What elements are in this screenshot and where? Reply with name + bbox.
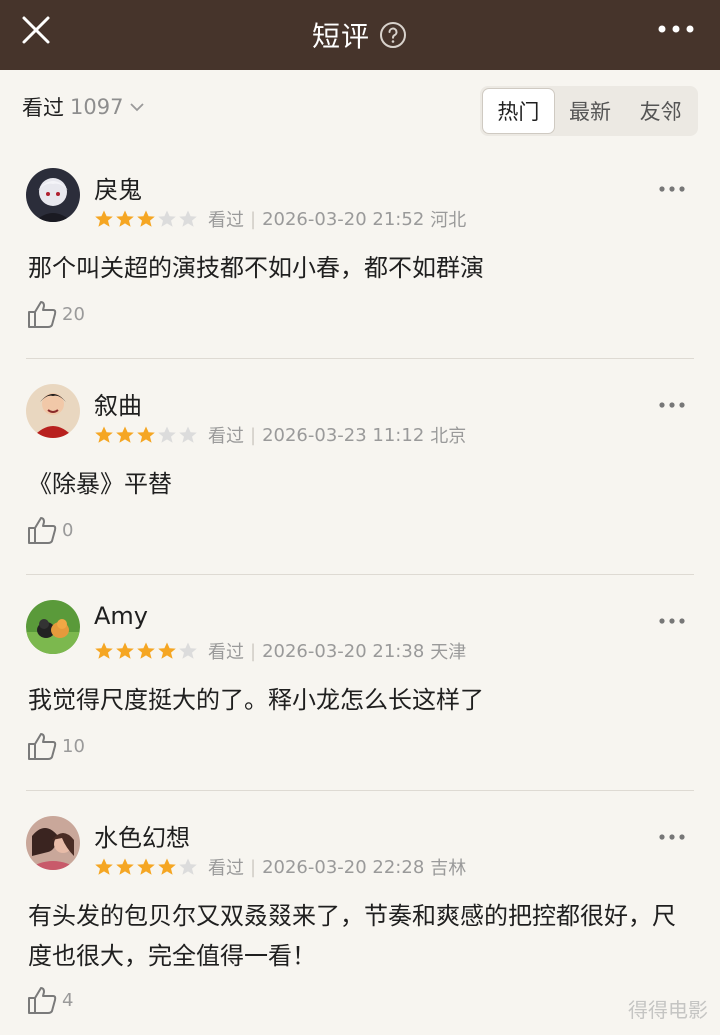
rating-stars (94, 641, 198, 661)
comment-time: 2026-03-20 21:52 (262, 208, 425, 230)
star-filled-icon (116, 210, 134, 227)
comment-item: Amy 看过 | 2026-03-20 21:38 天津 我觉得尺度挺大的了。释… (0, 600, 720, 790)
star-filled-icon (116, 426, 134, 443)
comment-location: 天津 (430, 642, 467, 663)
star-filled-icon (95, 426, 113, 443)
comment-more-icon[interactable] (658, 614, 686, 628)
comment-text: 那个叫关超的演技都不如小春，都不如群演 (28, 254, 484, 282)
avatar[interactable] (26, 384, 80, 438)
like-count: 0 (62, 519, 74, 541)
comment-time: 2026-03-23 11:12 (262, 424, 425, 446)
seen-count: 1097 (70, 95, 124, 119)
thumbs-up-icon (28, 517, 57, 544)
divider (26, 574, 694, 575)
star-empty-icon (179, 642, 197, 659)
like-button[interactable]: 4 (26, 984, 73, 1016)
watch-status: 看过 (208, 858, 244, 879)
star-empty-icon (158, 426, 176, 443)
comment-meta: 看过 | 2026-03-20 22:28 吉林 (94, 854, 466, 880)
separator: | (250, 856, 257, 878)
star-filled-icon (137, 426, 155, 443)
star-empty-icon (179, 858, 197, 875)
comment-location: 吉林 (430, 858, 467, 879)
star-filled-icon (137, 858, 155, 875)
top-bar: 短评 (0, 0, 720, 70)
comment-item: 戾鬼 看过 | 2026-03-20 21:52 河北 那个叫关超的演技都不如小… (0, 168, 720, 358)
watermark: 得得电影 (628, 998, 708, 1022)
comment-item: 叙曲 看过 | 2026-03-23 11:12 北京 《除暴》平替 0 (0, 384, 720, 574)
avatar[interactable] (26, 600, 80, 654)
thumbs-up-icon (28, 987, 57, 1014)
separator: | (250, 208, 257, 230)
watch-status: 看过 (208, 210, 244, 231)
tab-friends[interactable]: 友邻 (625, 88, 696, 134)
watch-status: 看过 (208, 642, 244, 663)
separator: | (250, 424, 257, 446)
username[interactable]: 水色幻想 (94, 818, 190, 853)
comment-text: 《除暴》平替 (28, 470, 172, 498)
like-button[interactable]: 20 (26, 298, 85, 330)
page-title: 短评 (311, 20, 370, 53)
username[interactable]: 叙曲 (94, 386, 142, 421)
tab-latest[interactable]: 最新 (555, 88, 626, 134)
star-empty-icon (179, 210, 197, 227)
star-filled-icon (116, 858, 134, 875)
like-count: 10 (62, 735, 85, 757)
star-filled-icon (116, 642, 134, 659)
star-empty-icon (179, 426, 197, 443)
rating-stars (94, 857, 198, 877)
seen-filter-dropdown[interactable]: 看过 1097 (22, 92, 145, 122)
comment-item: 水色幻想 看过 | 2026-03-20 22:28 吉林 有头发的包贝尔又双叒… (0, 816, 720, 1035)
comment-time: 2026-03-20 22:28 (262, 856, 425, 878)
chevron-down-icon (130, 103, 145, 112)
filter-bar: 看过 1097 热门 最新 友邻 (0, 70, 720, 142)
watch-status: 看过 (208, 426, 244, 447)
avatar[interactable] (26, 816, 80, 870)
more-icon[interactable] (654, 14, 698, 44)
rating-stars (94, 209, 198, 229)
comment-time: 2026-03-20 21:38 (262, 640, 425, 662)
comment-location: 河北 (430, 210, 467, 231)
comment-more-icon[interactable] (658, 830, 686, 844)
comment-text: 我觉得尺度挺大的了。释小龙怎么长这样了 (28, 686, 484, 714)
star-filled-icon (95, 858, 113, 875)
title-group: 短评 (312, 15, 408, 55)
comment-more-icon[interactable] (658, 398, 686, 412)
comment-meta: 看过 | 2026-03-23 11:12 北京 (94, 422, 466, 448)
divider (26, 790, 694, 791)
separator: | (250, 640, 257, 662)
star-filled-icon (95, 210, 113, 227)
comment-more-icon[interactable] (658, 182, 686, 196)
like-count: 20 (62, 303, 85, 325)
star-filled-icon (158, 858, 176, 875)
sort-tabs: 热门 最新 友邻 (480, 86, 698, 136)
comment-meta: 看过 | 2026-03-20 21:38 天津 (94, 638, 466, 664)
star-filled-icon (95, 642, 113, 659)
username[interactable]: 戾鬼 (94, 170, 142, 205)
like-button[interactable]: 10 (26, 730, 85, 762)
like-button[interactable]: 0 (26, 514, 73, 546)
seen-label: 看过 (22, 96, 64, 120)
username[interactable]: Amy (94, 602, 148, 630)
divider (26, 358, 694, 359)
avatar[interactable] (26, 168, 80, 222)
thumbs-up-icon (28, 301, 57, 328)
comment-text: 有头发的包贝尔又双叒叕来了，节奏和爽感的把控都很好，尺度也很大，完全值得一看！ (28, 902, 676, 970)
tab-hot[interactable]: 热门 (482, 88, 555, 134)
comment-location: 北京 (430, 426, 467, 447)
star-filled-icon (137, 642, 155, 659)
like-count: 4 (62, 989, 74, 1011)
star-empty-icon (158, 210, 176, 227)
star-filled-icon (137, 210, 155, 227)
comment-meta: 看过 | 2026-03-20 21:52 河北 (94, 206, 466, 232)
rating-stars (94, 425, 198, 445)
star-filled-icon (158, 642, 176, 659)
close-icon[interactable] (18, 12, 54, 48)
help-icon[interactable] (378, 20, 408, 50)
thumbs-up-icon (28, 733, 57, 760)
